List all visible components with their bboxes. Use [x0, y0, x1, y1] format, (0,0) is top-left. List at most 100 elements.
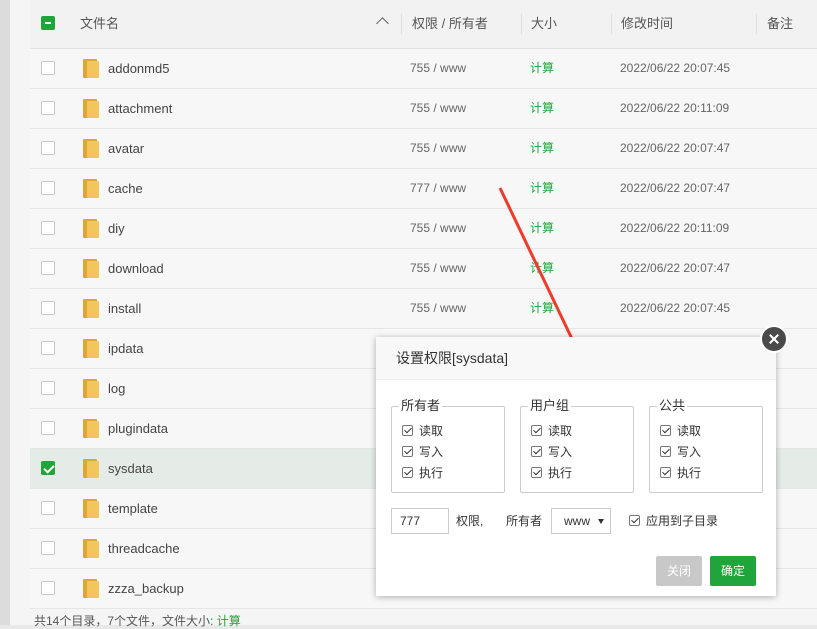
folder-icon — [83, 459, 99, 478]
footer-calc-link[interactable]: 计算 — [217, 614, 241, 628]
sort-ascending-icon[interactable] — [376, 17, 389, 30]
table-row[interactable]: cache 777 / www 计算 2022/06/22 20:07:47 — [30, 169, 817, 209]
file-permission[interactable]: 755 / www — [410, 89, 466, 128]
file-size-calc[interactable]: 计算 — [530, 209, 554, 248]
table-row[interactable]: addonmd5 755 / www 计算 2022/06/22 20:07:45 — [30, 49, 817, 89]
folder-icon — [83, 139, 99, 158]
option-checkbox[interactable] — [660, 425, 671, 436]
row-checkbox[interactable] — [41, 221, 55, 235]
file-name[interactable]: ipdata — [108, 329, 143, 368]
table-row[interactable]: diy 755 / www 计算 2022/06/22 20:11:09 — [30, 209, 817, 249]
option-checkbox[interactable] — [402, 467, 413, 478]
option-checkbox[interactable] — [531, 467, 542, 478]
permission-option[interactable]: 读取 — [402, 423, 443, 439]
select-all-checkbox[interactable] — [41, 16, 55, 30]
close-button[interactable]: 关闭 — [656, 556, 702, 586]
row-checkbox[interactable] — [41, 421, 55, 435]
permission-option[interactable]: 执行 — [402, 465, 443, 481]
file-size-calc[interactable]: 计算 — [530, 49, 554, 88]
apply-subdir-label: 应用到子目录 — [646, 514, 719, 528]
permission-label: 权限, — [456, 514, 484, 528]
option-label: 写入 — [548, 445, 573, 459]
close-icon[interactable] — [760, 325, 788, 353]
header-mtime[interactable]: 修改时间 — [621, 0, 673, 48]
folder-icon — [83, 579, 99, 598]
file-size-calc[interactable]: 计算 — [530, 289, 554, 328]
apply-subdir-option[interactable]: 应用到子目录 — [629, 508, 718, 534]
file-size-calc[interactable]: 计算 — [530, 169, 554, 208]
row-checkbox[interactable] — [41, 501, 55, 515]
header-name[interactable]: 文件名 — [80, 0, 119, 48]
row-checkbox[interactable] — [41, 301, 55, 315]
file-mtime: 2022/06/22 20:07:47 — [620, 261, 731, 275]
file-permission[interactable]: 755 / www — [410, 249, 466, 288]
permission-input[interactable]: 777 — [391, 508, 449, 534]
owner-label: 所有者 — [506, 514, 543, 528]
file-name[interactable]: attachment — [108, 89, 172, 128]
option-label: 执行 — [419, 466, 444, 480]
option-checkbox[interactable] — [660, 446, 671, 457]
permission-option[interactable]: 写入 — [660, 444, 701, 460]
file-name[interactable]: log — [108, 369, 125, 408]
option-checkbox[interactable] — [402, 446, 413, 457]
file-permission[interactable]: 755 / www — [410, 209, 466, 248]
file-mtime: 2022/06/22 20:11:09 — [620, 221, 730, 235]
option-checkbox[interactable] — [531, 446, 542, 457]
file-permission[interactable]: 755 / www — [410, 289, 466, 328]
file-name[interactable]: plugindata — [108, 409, 168, 448]
table-row[interactable]: attachment 755 / www 计算 2022/06/22 20:11:09 — [30, 89, 817, 129]
option-checkbox[interactable] — [660, 467, 671, 478]
file-name[interactable]: sysdata — [108, 449, 153, 488]
option-checkbox[interactable] — [402, 425, 413, 436]
file-name[interactable]: template — [108, 489, 158, 528]
permission-option[interactable]: 写入 — [402, 444, 443, 460]
option-checkbox[interactable] — [531, 425, 542, 436]
file-name[interactable]: download — [108, 249, 164, 288]
row-checkbox[interactable] — [41, 261, 55, 275]
file-name[interactable]: zzza_backup — [108, 569, 184, 608]
file-size-calc[interactable]: 计算 — [530, 129, 554, 168]
confirm-button[interactable]: 确定 — [710, 556, 756, 586]
folder-icon — [83, 499, 99, 518]
table-footer: 共14个目录，7个文件，文件大小: 计算 — [34, 612, 241, 629]
row-checkbox[interactable] — [41, 341, 55, 355]
permission-option[interactable]: 写入 — [531, 444, 572, 460]
permission-dialog: 设置权限[sysdata] 所有者 读取 写入 执行 用户组 读取 写入 执行 公共 读取 写入 执行… — [376, 337, 776, 596]
row-checkbox[interactable] — [41, 461, 55, 475]
table-header: 文件名 权限 / 所有者 大小 修改时间 备注 — [30, 0, 817, 49]
permission-option[interactable]: 执行 — [660, 465, 701, 481]
row-checkbox[interactable] — [41, 181, 55, 195]
row-checkbox[interactable] — [41, 61, 55, 75]
option-label: 读取 — [548, 424, 573, 438]
file-permission[interactable]: 755 / www — [410, 129, 466, 168]
file-size-calc[interactable]: 计算 — [530, 249, 554, 288]
file-name[interactable]: install — [108, 289, 141, 328]
file-permission[interactable]: 755 / www — [410, 49, 466, 88]
file-name[interactable]: diy — [108, 209, 125, 248]
row-checkbox[interactable] — [41, 141, 55, 155]
header-note[interactable]: 备注 — [767, 0, 793, 48]
owner-select[interactable]: www — [551, 508, 611, 534]
row-checkbox[interactable] — [41, 101, 55, 115]
table-row[interactable]: download 755 / www 计算 2022/06/22 20:07:47 — [30, 249, 817, 289]
row-checkbox[interactable] — [41, 581, 55, 595]
file-name[interactable]: avatar — [108, 129, 144, 168]
file-permission[interactable]: 777 / www — [410, 169, 466, 208]
row-checkbox[interactable] — [41, 541, 55, 555]
table-row[interactable]: avatar 755 / www 计算 2022/06/22 20:07:47 — [30, 129, 817, 169]
file-name[interactable]: cache — [108, 169, 143, 208]
folder-icon — [83, 379, 99, 398]
file-name[interactable]: addonmd5 — [108, 49, 169, 88]
permission-option[interactable]: 执行 — [531, 465, 572, 481]
header-size[interactable]: 大小 — [531, 0, 557, 48]
file-name[interactable]: threadcache — [108, 529, 180, 568]
file-size-calc[interactable]: 计算 — [530, 89, 554, 128]
option-label: 读取 — [677, 424, 702, 438]
table-row[interactable]: install 755 / www 计算 2022/06/22 20:07:45 — [30, 289, 817, 329]
row-checkbox[interactable] — [41, 381, 55, 395]
permission-option[interactable]: 读取 — [531, 423, 572, 439]
file-mtime: 2022/06/22 20:07:47 — [620, 181, 731, 195]
header-perm[interactable]: 权限 / 所有者 — [412, 0, 488, 48]
apply-subdir-checkbox[interactable] — [629, 515, 640, 526]
permission-option[interactable]: 读取 — [660, 423, 701, 439]
